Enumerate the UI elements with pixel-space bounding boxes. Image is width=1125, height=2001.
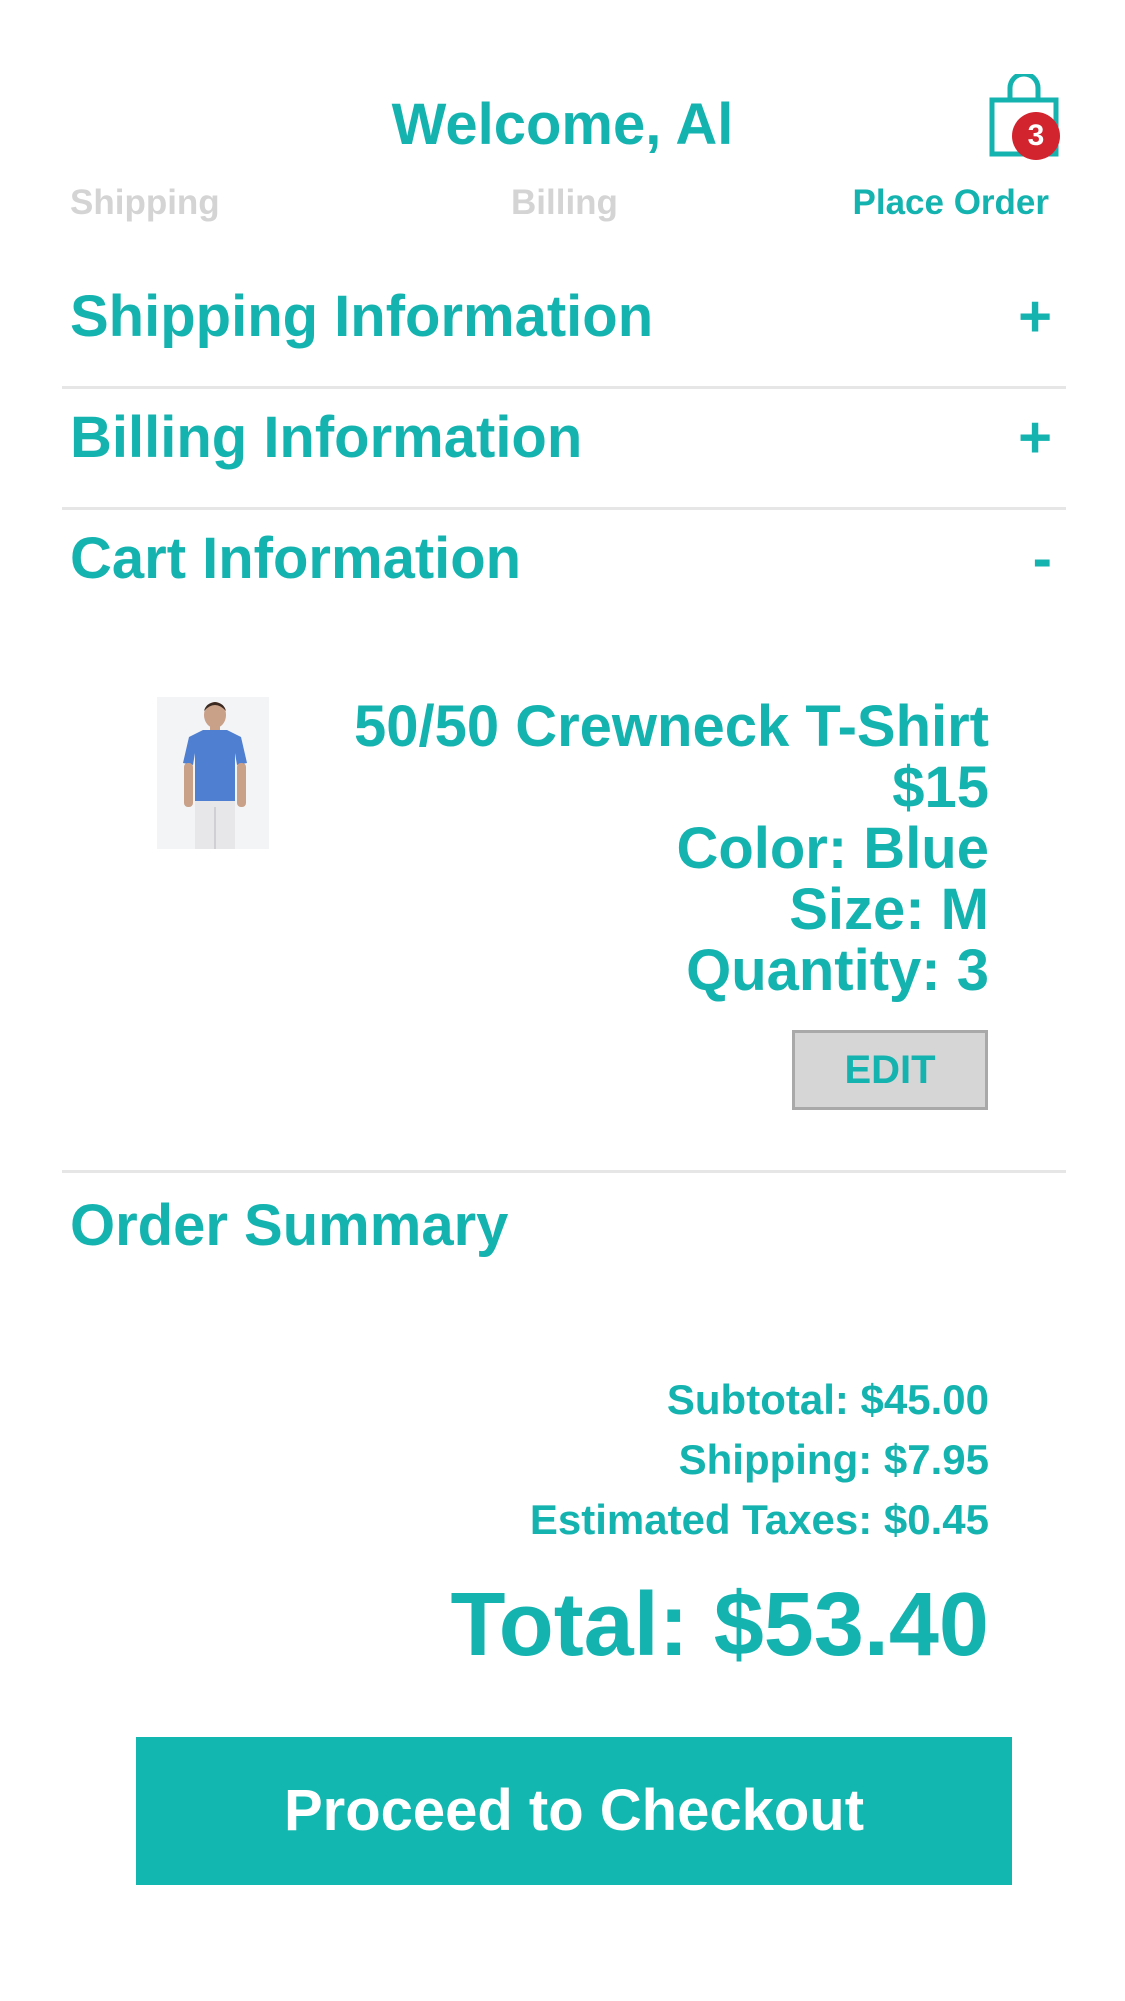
product-color: Color: Blue: [676, 816, 989, 881]
edit-button[interactable]: EDIT: [792, 1030, 988, 1110]
product-image: [157, 697, 269, 849]
product-size: Size: M: [789, 877, 989, 942]
order-total: Total: $53.40: [450, 1575, 989, 1675]
subtotal-line: Subtotal: $45.00: [666, 1376, 989, 1423]
product-details: 50/50 Crewneck T-Shirt $15 Color: Blue S…: [269, 696, 989, 1001]
section-title: Billing Information: [70, 405, 583, 470]
step-shipping[interactable]: Shipping: [70, 183, 220, 223]
expand-icon[interactable]: +: [1018, 405, 1052, 471]
product-price: $15: [892, 755, 989, 820]
product-name: 50/50 Crewneck T-Shirt: [353, 694, 989, 759]
cart-count-badge: 3: [1012, 112, 1060, 160]
proceed-to-checkout-button[interactable]: Proceed to Checkout: [136, 1737, 1012, 1885]
section-title: Cart Information: [70, 526, 522, 591]
collapse-icon[interactable]: -: [1033, 526, 1052, 592]
taxes-line: Estimated Taxes: $0.45: [529, 1496, 989, 1543]
shipping-line: Shipping: $7.95: [678, 1436, 989, 1483]
step-place-order[interactable]: Place Order: [853, 183, 1050, 223]
cart-information-section[interactable]: Cart Information -: [62, 508, 1066, 628]
order-summary-lines: Subtotal: $45.00 Shipping: $7.95 Estimat…: [530, 1370, 989, 1550]
shipping-information-section[interactable]: Shipping Information +: [62, 266, 1066, 389]
section-title: Shipping Information: [70, 284, 654, 349]
divider: [62, 1170, 1066, 1173]
page-title: Welcome, Al: [391, 92, 734, 157]
order-summary-title: Order Summary: [70, 1193, 509, 1258]
billing-information-section[interactable]: Billing Information +: [62, 387, 1066, 510]
expand-icon[interactable]: +: [1018, 284, 1052, 350]
product-quantity: Quantity: 3: [686, 938, 989, 1003]
step-billing[interactable]: Billing: [511, 183, 618, 223]
